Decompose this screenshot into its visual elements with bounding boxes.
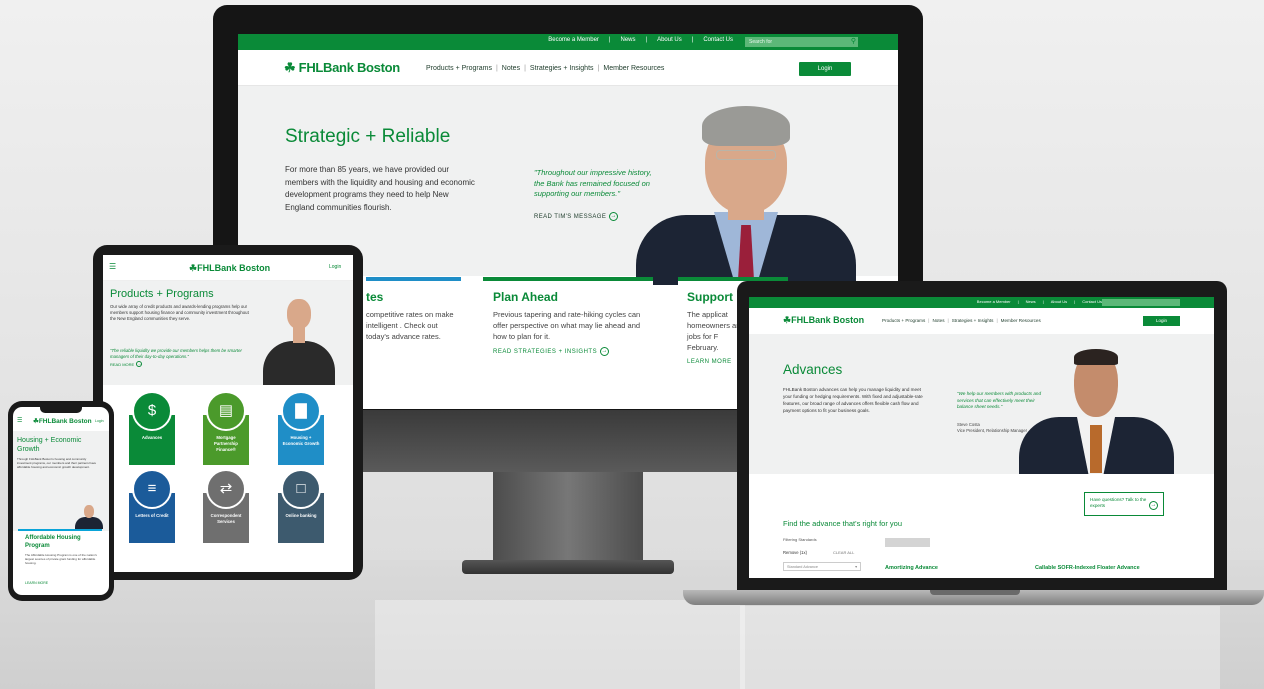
utility-link-contact[interactable]: Contact Us [1082,299,1102,304]
filter-button[interactable] [885,538,930,547]
card-text: competitive rates on make intelligent . … [366,310,454,341]
tile-mortgage-partnership[interactable]: ▤ Mortgage Partnership Finance® [203,391,249,465]
card-title: tes [366,290,384,304]
nav-item-notes[interactable]: Notes [502,65,520,72]
tile-correspondent-services[interactable]: ⇄ Correspondent Services [203,469,249,543]
hero-intro: Our wide array of credit products and aw… [110,304,249,321]
hero-title: Strategic + Reliable [285,126,451,147]
nav-item-products[interactable]: Products + Programs [426,65,492,72]
card-rates: tes competitive rates on make intelligen… [366,277,461,409]
nav-item-member-resources[interactable]: Member Resources [603,65,664,72]
arrow-circle-icon: → [600,347,610,356]
login-link[interactable]: Login [95,419,104,423]
arrow-circle-icon: → [1149,501,1158,510]
logo[interactable]: ☘FHLBank Boston [783,315,864,326]
arrow-circle-icon: → [136,361,143,367]
floor-reflection [375,600,745,689]
search-icon[interactable]: ⚲ [851,37,856,45]
arrow-circle-icon: → [609,212,619,221]
logo-mark-icon: ☘ [284,60,296,75]
utility-link-about[interactable]: About Us [657,37,682,43]
utility-link-become-member[interactable]: Become a Member [548,37,599,43]
person-photo [75,505,103,529]
utility-link-become-member[interactable]: Become a Member [977,299,1011,304]
nav-item-strategies[interactable]: Strategies + Insights [952,318,994,323]
tile-advances[interactable]: $ Advances [129,391,175,465]
desktop-monitor-base [462,560,674,574]
card-text: Previous tapering and rate-hiking cycles… [493,310,641,341]
card-title: Affordable Housing Program [25,535,81,549]
page-title: Products + Programs [110,288,214,300]
utility-link-news[interactable]: News [1026,299,1036,304]
logo-mark-icon: ☘ [189,263,198,273]
tile-online-banking[interactable]: □ Online banking [278,469,324,543]
card-title: Plan Ahead [493,290,558,304]
document-icon: ≡ [132,469,172,509]
nav-menu: Products + Programs | Notes | Strategies +… [882,318,1041,323]
computer-icon: □ [281,469,321,509]
product-column-callable-sofr: Callable SOFR-Indexed Floater Advance [1035,565,1140,571]
logo[interactable]: ☘FHLBank Boston [33,417,92,425]
floor-reflection [740,606,1220,689]
card-text: The Affordable Housing Program is one of… [25,553,97,566]
search-input[interactable] [1102,299,1180,306]
clear-all-link[interactable]: CLEAR ALL [833,550,854,555]
relationship-manager-portrait [1019,347,1174,474]
page-title: Housing + Economic Growth [17,437,82,453]
login-button[interactable]: Login [1143,316,1180,326]
exchange-icon: ⇄ [206,469,246,509]
phone-notch [40,407,82,413]
read-more-link[interactable]: READ MORE → [110,361,143,367]
executive-portrait [263,291,335,385]
hamburger-icon[interactable]: ☰ [17,417,22,424]
tile-housing-growth[interactable]: ▇ Housing + Economic Growth [278,391,324,465]
page-title: Advances [783,362,843,377]
hero-intro: Through FHLBank Boston's housing and com… [17,457,97,470]
advance-type-select[interactable]: Standard Advance ▾ [783,562,861,571]
hero-quote: "The reliable liquidity we provide our m… [110,348,242,359]
card-title: Support [687,290,733,304]
utility-links: Become a Member | News | About Us | Contact… [548,37,733,43]
laptop-notch [930,590,1020,595]
login-button[interactable]: Login [799,62,851,76]
product-column-amortizing: Amortizing Advance [885,565,938,571]
phone-screen: ☰ ☘FHLBank Boston Login Housing + Econom… [13,407,109,595]
search-input[interactable]: Search for [745,37,858,47]
logo[interactable]: ☘ FHLBank Boston [284,60,400,76]
bar-chart-icon: ▇ [281,391,321,431]
dollar-icon: $ [132,391,172,431]
tablet-screen: ☰ ☘FHLBank Boston Login Products + Progr… [103,255,353,572]
read-message-link[interactable]: READ TIM'S MESSAGE → [534,212,619,221]
nav-item-member-resources[interactable]: Member Resources [1001,318,1041,323]
hero-intro: For more than 85 years, we have provided… [285,165,475,212]
desktop-monitor-stand [493,472,643,567]
utility-link-about[interactable]: About Us [1051,299,1067,304]
card-link[interactable]: READ STRATEGIES + INSIGHTS → [493,347,610,356]
card-link[interactable]: LEARN MORE [25,581,48,585]
logo[interactable]: ☘FHLBank Boston [189,263,270,274]
laptop-screen: Become a Member | News | About Us | Contact… [749,297,1214,578]
utility-links: Become a Member | News | About Us | Contact… [976,299,1102,304]
login-link[interactable]: Login [329,264,341,270]
nav-item-strategies[interactable]: Strategies + Insights [530,65,594,72]
filter-label: Filtering Standards [783,537,817,542]
card-link[interactable]: LEARN MORE [687,359,732,365]
nav-item-notes[interactable]: Notes [932,318,944,323]
hamburger-icon[interactable]: ☰ [109,262,116,271]
filter-remove[interactable]: Remove (1x) [783,550,807,555]
find-advance-heading: Find the advance that's right for you [783,519,903,528]
utility-link-news[interactable]: News [620,37,635,43]
cash-register-icon: ▤ [206,391,246,431]
card-plan-ahead: Plan Ahead Previous tapering and rate-hi… [483,277,653,409]
logo-mark-icon: ☘ [783,315,792,325]
tile-letters-of-credit[interactable]: ≡ Letters of Credit [129,469,175,543]
utility-link-contact[interactable]: Contact Us [703,37,733,43]
chevron-down-icon: ▾ [855,565,857,569]
hero-intro: FHLBank Boston advances can help you man… [783,387,923,413]
nav-item-products[interactable]: Products + Programs [882,318,925,323]
nav-menu: Products + Programs | Notes | Strategies +… [426,65,665,72]
executive-portrait [636,100,856,285]
